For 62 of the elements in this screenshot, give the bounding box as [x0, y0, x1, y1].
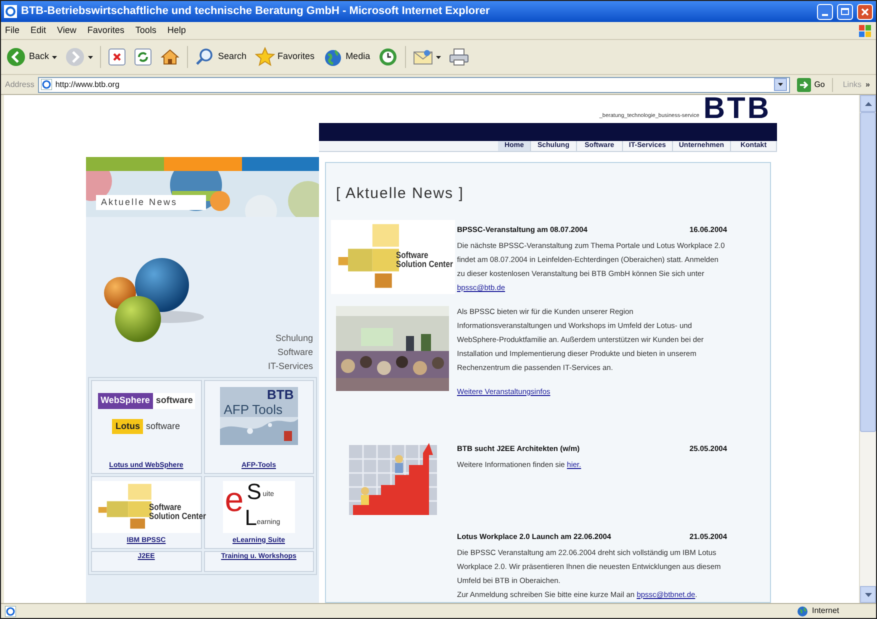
media-button[interactable]: Media [322, 47, 372, 67]
home-button[interactable] [159, 47, 182, 67]
caret-icon [778, 83, 784, 86]
windows-logo-icon [858, 24, 872, 38]
stop-icon [108, 48, 126, 66]
scrollbar[interactable] [859, 95, 876, 603]
stop-button[interactable] [107, 48, 128, 66]
logo: BTB [703, 95, 771, 123]
star-icon [254, 47, 275, 67]
back-button[interactable]: Back [5, 47, 58, 67]
close-icon [861, 8, 869, 16]
search-button[interactable]: Search [194, 47, 248, 67]
logo-text: software [146, 420, 180, 432]
menu-item[interactable]: Help [167, 24, 186, 38]
house-icon [160, 47, 180, 67]
menu-item[interactable]: View [57, 24, 76, 38]
minimize-button[interactable] [817, 4, 833, 20]
links-button[interactable]: Links » [836, 78, 872, 90]
scroll-down-button[interactable] [860, 586, 876, 603]
browser-icon [4, 5, 17, 18]
service-label: IT-Services [268, 360, 313, 373]
scroll-thumb[interactable] [860, 112, 876, 432]
zone-label: Internet [812, 605, 840, 617]
globe-icon [797, 606, 808, 616]
clock-icon [378, 47, 398, 67]
service-label: Schulung [275, 332, 313, 345]
arrow-icon [797, 78, 812, 92]
window-title: BTB-Betriebswirtschaftliche und technische Beratung GmbH - Microsoft Internet Explorer [21, 4, 491, 20]
mail-button[interactable] [412, 48, 442, 66]
menu-item[interactable]: Favorites [87, 24, 124, 38]
envelope-icon [413, 48, 434, 66]
menu-item[interactable]: Edit [30, 24, 46, 38]
logo-text: AFP Tools [224, 403, 283, 416]
websphere-logo: WebSphere [98, 393, 153, 408]
logo-text: Solution Center [149, 512, 206, 522]
maximize-button[interactable] [837, 4, 853, 20]
down-arrow-icon [864, 592, 872, 596]
up-arrow-icon [864, 102, 872, 106]
history-button[interactable] [377, 47, 400, 67]
menu-item[interactable]: Tools [135, 24, 156, 38]
logo-text: software [156, 394, 193, 407]
go-button[interactable]: Go [794, 78, 828, 92]
banner-label: Aktuelle News [96, 194, 206, 210]
dropdown-button[interactable] [774, 78, 788, 91]
refresh-button[interactable] [133, 48, 154, 66]
printer-icon [449, 48, 470, 66]
search-icon [195, 47, 216, 67]
address-label: Address [5, 78, 34, 90]
favorites-button[interactable]: Favorites [254, 47, 316, 67]
refresh-icon [134, 48, 152, 66]
menu-item[interactable]: File [5, 24, 20, 38]
page-icon [41, 79, 52, 90]
service-label: Software [277, 346, 313, 359]
page-icon [5, 606, 16, 616]
close-button[interactable] [857, 4, 873, 20]
globe-icon [322, 47, 343, 67]
print-button[interactable] [448, 48, 470, 66]
logo-text: BTB [267, 388, 294, 401]
news-heading: [ Aktuelle News ] [336, 184, 465, 204]
lotus-logo: Lotus [112, 418, 143, 434]
scroll-up-button[interactable] [860, 95, 876, 112]
address-field[interactable]: http://www.btb.org [38, 76, 790, 92]
